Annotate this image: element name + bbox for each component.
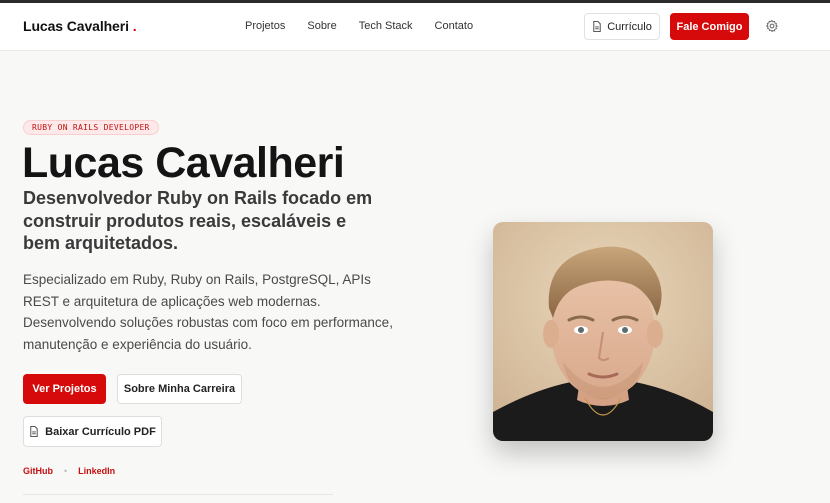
download-pdf-button[interactable]: Baixar Currículo PDF	[23, 416, 162, 447]
nav-item-sobre[interactable]: Sobre	[307, 20, 336, 32]
profile-photo	[493, 222, 713, 441]
nav-item-contato[interactable]: Contato	[435, 20, 474, 32]
document-icon	[593, 21, 601, 32]
nav-item-projetos[interactable]: Projetos	[245, 20, 285, 32]
contact-button[interactable]: Fale Comigo	[670, 13, 749, 40]
divider	[23, 494, 333, 495]
site-header: Lucas Cavalheri . Projetos Sobre Tech St…	[0, 3, 830, 51]
curriculum-button-label: Currículo	[607, 20, 652, 33]
hero-title: Lucas Cavalheri	[22, 139, 345, 187]
hero-subtitle: Desenvolvedor Ruby on Rails focado em co…	[23, 188, 373, 253]
brand-logo[interactable]: Lucas Cavalheri .	[23, 18, 137, 34]
role-badge: RUBY ON RAILS DEVELOPER	[23, 120, 159, 135]
document-icon	[30, 426, 38, 437]
nav-item-tech-stack[interactable]: Tech Stack	[359, 20, 413, 32]
social-links: GitHub • LinkedIn	[23, 466, 115, 476]
main-nav: Projetos Sobre Tech Stack Contato	[245, 20, 473, 32]
view-projects-button[interactable]: Ver Projetos	[23, 374, 106, 404]
brand-name: Lucas Cavalheri	[23, 18, 129, 34]
brand-dot: .	[132, 18, 137, 34]
social-separator: •	[64, 466, 68, 476]
career-button[interactable]: Sobre Minha Carreira	[117, 374, 242, 404]
hero-description: Especializado em Ruby, Ruby on Rails, Po…	[23, 272, 393, 352]
gear-icon[interactable]	[765, 19, 779, 33]
linkedin-link[interactable]: LinkedIn	[78, 466, 115, 476]
curriculum-button[interactable]: Currículo	[584, 13, 660, 40]
profile-portrait-illustration	[493, 222, 713, 441]
github-link[interactable]: GitHub	[23, 466, 53, 476]
download-pdf-label: Baixar Currículo PDF	[45, 425, 156, 438]
